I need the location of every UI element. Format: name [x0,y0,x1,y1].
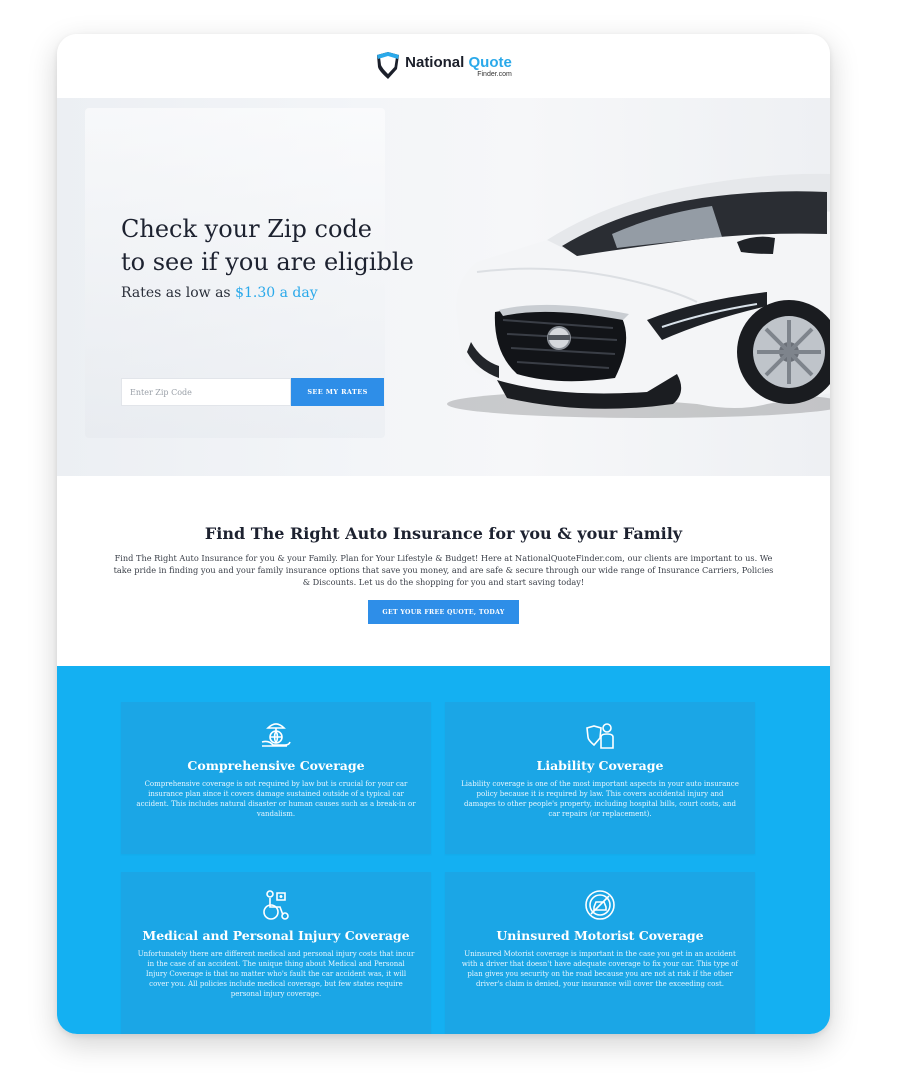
brand-wordmark: National Quote Finder.com [405,55,512,78]
zip-code-input[interactable] [121,378,291,406]
hero-section: Check your Zip code to see if you are el… [57,98,830,476]
coverage-card-text: Unfortunately there are different medica… [137,950,415,998]
person-shield-icon [586,723,614,749]
wheelchair-icon [263,890,289,920]
get-free-quote-button[interactable]: GET YOUR FREE QUOTE, TODAY [368,600,519,624]
coverage-card-medical: Medical and Personal Injury Coverage Unf… [121,872,431,1034]
hero-title-line2: to see if you are eligible [121,248,414,276]
rate-price: $1.30 a day [235,285,318,301]
hero-title: Check your Zip code to see if you are el… [121,213,414,279]
coverage-card-text: Uninsured Motorist coverage is important… [461,950,739,988]
coverage-card-title: Liability Coverage [536,758,664,773]
globe-hand-umbrella-icon [261,723,291,747]
coverage-card-text: Liability coverage is one of the most im… [461,780,739,818]
brand-domain: Finder.com [477,70,512,78]
shield-logo-icon [377,52,400,79]
intro-body: Find The Right Auto Insurance for you & … [113,553,774,587]
landing-page: National Quote Finder.com Check your Zip… [57,34,830,1034]
see-my-rates-button[interactable]: SEE MY RATES [291,378,384,406]
coverage-card-liability: Liability Coverage Liability coverage is… [445,702,755,854]
car-image [447,173,830,418]
hero-title-line1: Check your Zip code [121,215,373,243]
brand-name-accent: Quote [468,53,512,71]
brand-name: National Quote [405,55,512,70]
site-header: National Quote Finder.com [57,34,830,98]
coverage-card-title: Comprehensive Coverage [187,758,365,773]
brand-name-main: National [405,53,465,71]
coverage-card-comprehensive: Comprehensive Coverage Comprehensive cov… [121,702,431,854]
coverage-card-text: Comprehensive coverage is not required b… [136,780,416,818]
intro-section: Find The Right Auto Insurance for you & … [57,476,830,666]
coverage-section: Comprehensive Coverage Comprehensive cov… [57,666,830,1034]
no-car-icon [585,890,615,920]
coverage-card-title: Uninsured Motorist Coverage [496,928,704,943]
hero-rate-text: Rates as low as $1.30 a day [121,285,318,301]
zip-form: SEE MY RATES [121,378,384,406]
coverage-card-uninsured: Uninsured Motorist Coverage Uninsured Mo… [445,872,755,1034]
coverage-card-title: Medical and Personal Injury Coverage [142,928,410,943]
intro-heading: Find The Right Auto Insurance for you & … [204,524,683,543]
brand-logo[interactable]: National Quote Finder.com [375,51,512,81]
rate-prefix: Rates as low as [121,285,231,301]
